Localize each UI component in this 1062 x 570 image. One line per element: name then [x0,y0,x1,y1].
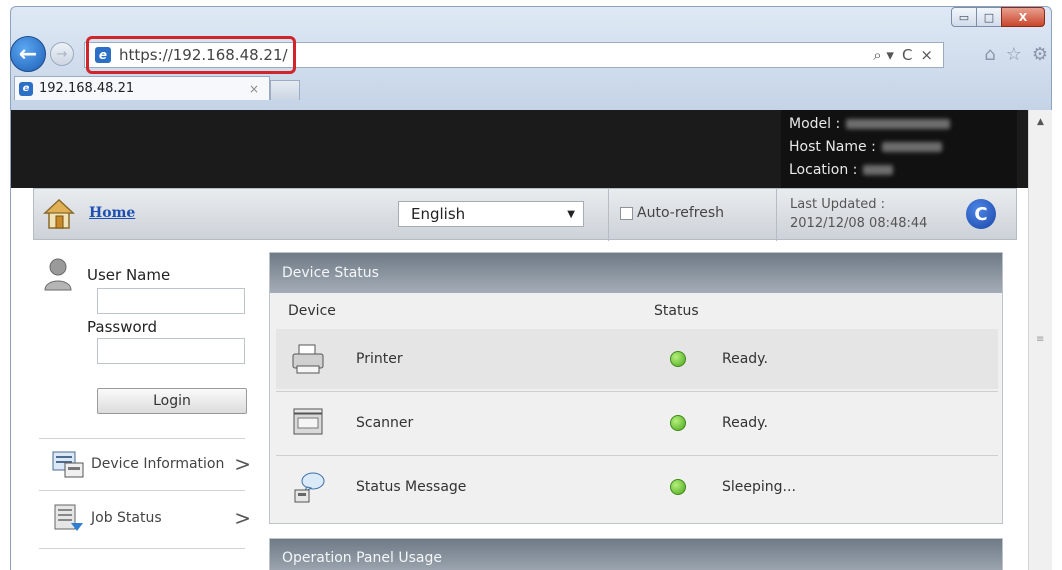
close-window-button[interactable]: X [1001,7,1045,27]
browser-toolbar-icons: ⌂ ☆ ⚙ [984,44,1048,65]
host-name-label: Host Name : [789,138,876,155]
auto-refresh-toggle[interactable]: Auto-refresh [620,205,724,221]
address-bar[interactable]: e https://192.168.48.21/ ⌕ ▾ C × [84,42,944,68]
password-input[interactable] [97,338,245,364]
url-text[interactable]: https://192.168.48.21/ [119,46,288,64]
device-status-text: Ready. [722,415,768,431]
device-name: Scanner [356,415,414,431]
row-divider [276,455,998,456]
model-value-redacted [846,118,951,129]
header-divider [608,189,609,241]
job-status-icon [54,504,83,531]
maximize-button[interactable]: □ [976,7,1002,27]
device-status-columns: Device Status [270,293,1002,329]
back-arrow-icon: ← [18,41,38,67]
last-updated: Last Updated : 2012/12/08 08:48:44 [790,195,927,233]
ie-page-icon: e [95,47,111,63]
dropdown-arrow-icon: ▼ [567,208,575,220]
device-status-text: Sleeping... [722,479,796,495]
auto-refresh-checkbox[interactable] [620,206,633,220]
header-bar: Home English ▼ Auto-refresh Last Updated… [33,188,1017,241]
page-viewport: Model : Host Name : Location : Home Engl… [10,110,1028,570]
sidebar-item-device-information[interactable]: Device Information > [33,442,257,486]
row-divider [276,391,998,392]
location-value-redacted [863,164,894,175]
search-dropdown-icon[interactable]: ⌕ ▾ [873,46,894,64]
device-status-panel: Device Status Device Status Printer Read… [269,252,1003,524]
chevron-right-icon: > [234,506,251,530]
sidebar-divider [39,490,245,491]
sidebar-item-label: Job Status [91,510,162,526]
host-value-redacted [881,141,942,152]
operation-panel-usage-title: Operation Panel Usage [269,538,1003,570]
username-input[interactable] [97,288,245,314]
favorites-star-icon[interactable]: ☆ [1006,44,1022,65]
login-button[interactable]: Login [97,388,247,414]
refresh-icon: C [974,203,988,225]
username-label: User Name [87,266,171,284]
table-row[interactable]: Scanner Ready. [276,393,998,453]
model-label: Model : [789,115,841,132]
device-meta-box: Model : Host Name : Location : [781,110,1017,188]
column-header-device: Device [288,303,336,319]
chevron-right-icon: > [234,452,251,476]
device-name: Status Message [356,479,467,495]
sidebar-divider [39,438,245,439]
forward-arrow-icon: → [56,46,68,62]
scroll-grip-icon[interactable]: ≡ [1036,334,1044,345]
device-information-icon [52,451,84,478]
auto-refresh-label: Auto-refresh [637,205,725,221]
language-value: English [411,205,466,223]
browser-tab[interactable]: e 192.168.48.21 × [14,76,270,100]
tab-ie-icon: e [19,81,33,96]
password-label: Password [87,318,158,336]
device-name: Printer [356,351,403,367]
window-controls: ▭ □ X [951,7,1045,27]
tab-title: 192.168.48.21 [39,81,135,96]
refresh-icon[interactable]: C [902,46,912,64]
table-row[interactable]: Status Message Sleeping... [276,457,998,517]
settings-gear-icon[interactable]: ⚙ [1032,44,1048,65]
language-select[interactable]: English ▼ [398,201,584,227]
login-sidebar: User Name Password Login Device Informat… [33,252,257,570]
header-divider [776,189,777,241]
printer-icon [292,344,324,374]
sidebar-item-job-status[interactable]: Job Status > [33,496,257,540]
new-tab-button[interactable] [270,80,300,100]
status-ready-icon [670,415,686,431]
vertical-scrollbar[interactable]: ▲ ≡ [1028,110,1052,570]
home-link[interactable]: Home [89,205,135,221]
table-row[interactable]: Printer Ready. [276,329,998,389]
column-header-status: Status [654,303,699,319]
refresh-button[interactable]: C [966,199,996,229]
last-updated-value: 2012/12/08 08:48:44 [790,216,928,231]
user-avatar-icon [44,258,72,291]
minimize-button[interactable]: ▭ [951,7,977,27]
tab-close-icon[interactable]: × [249,82,259,96]
house-icon[interactable] [42,197,76,231]
location-label: Location : [789,161,858,178]
scanner-icon [293,408,323,435]
status-sleeping-icon [670,479,686,495]
address-tools: ⌕ ▾ C × [873,46,933,64]
stop-icon[interactable]: × [920,46,933,64]
device-status-text: Ready. [722,351,768,367]
scroll-up-arrow-icon[interactable]: ▲ [1030,112,1052,132]
forward-button[interactable]: → [50,42,74,66]
status-message-icon [294,472,325,503]
last-updated-label: Last Updated : [790,197,886,212]
sidebar-item-label: Device Information [91,456,225,472]
status-ready-icon [670,351,686,367]
sidebar-divider [39,548,245,549]
home-icon[interactable]: ⌂ [984,44,995,65]
device-status-title: Device Status [270,253,1002,293]
back-button[interactable]: ← [10,36,46,72]
